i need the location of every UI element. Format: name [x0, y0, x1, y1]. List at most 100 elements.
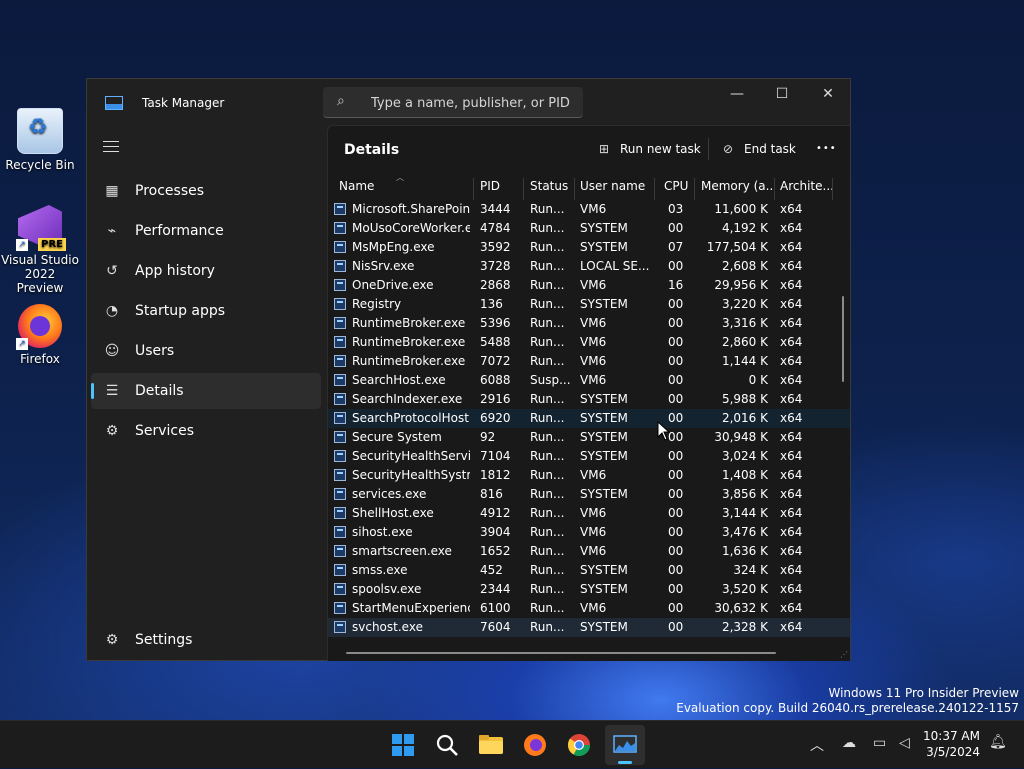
table-row[interactable]: RuntimeBroker.exe 7072 Run... VM6 00 1,144 K x… — [328, 352, 850, 371]
onedrive-icon[interactable]: ☁ — [842, 735, 856, 751]
table-row[interactable]: OneDrive.exe 2868 Run... VM6 16 29,956 K x64 — [328, 276, 850, 295]
desktop-icon-firefox[interactable]: ↗ Firefox — [0, 304, 80, 366]
hamburger-menu-icon[interactable] — [103, 141, 119, 156]
horizontal-scrollbar[interactable] — [346, 652, 776, 654]
cell-mem: 1,636 K — [721, 544, 768, 558]
cell-status: Run... — [530, 278, 565, 292]
process-icon — [334, 412, 346, 424]
desktop-icon-visual-studio[interactable]: PRE ↗ Visual Studio 2022 Preview — [0, 205, 80, 295]
table-row[interactable]: StartMenuExperienc... 6100 Run... VM6 00 30,6… — [328, 599, 850, 618]
table-row[interactable]: services.exe 816 Run... SYSTEM 00 3,856 K x64 — [328, 485, 850, 504]
cell-user: SYSTEM — [580, 430, 628, 444]
cell-arch: x64 — [780, 202, 803, 216]
cell-name: SearchProtocolHost.... — [352, 411, 470, 425]
cell-cpu: 00 — [668, 582, 684, 596]
sidebar-item-users[interactable]: ☺ Users — [91, 333, 321, 369]
title-bar[interactable]: Task Manager ⌕ — ☐ ✕ — [87, 79, 850, 125]
sidebar-item-performance[interactable]: ⌁ Performance — [91, 213, 321, 249]
cell-name: sihost.exe — [352, 525, 413, 539]
search-icon: ⌕ — [337, 93, 345, 109]
cell-user: SYSTEM — [580, 411, 628, 425]
volume-icon[interactable]: ◁ — [899, 735, 910, 751]
table-row[interactable]: ShellHost.exe 4912 Run... VM6 00 3,144 K x64 — [328, 504, 850, 523]
task-manager-window: Task Manager ⌕ — ☐ ✕ ▦ Processes ⌁ Perfo… — [86, 78, 851, 661]
cell-user: VM6 — [580, 601, 607, 615]
table-row[interactable]: sihost.exe 3904 Run... VM6 00 3,476 K x64 — [328, 523, 850, 542]
cell-status: Run... — [530, 620, 565, 634]
table-row[interactable]: Secure System 92 Run... SYSTEM 00 30,948 K x64 — [328, 428, 850, 447]
task-manager-taskbar-button[interactable] — [605, 725, 645, 765]
cell-mem: 1,144 K — [721, 354, 768, 368]
taskbar-search-button[interactable] — [431, 729, 463, 761]
column-header-user-name[interactable]: User name — [580, 178, 654, 198]
sidebar-item-label: Startup apps — [135, 303, 226, 319]
chevron-up-icon[interactable]: ︿ — [810, 735, 824, 755]
search-box[interactable]: ⌕ — [323, 87, 583, 118]
toolbar-divider — [708, 138, 709, 160]
maximize-button[interactable]: ☐ — [759, 79, 805, 109]
vertical-scrollbar[interactable] — [842, 296, 844, 382]
end-task-button[interactable]: ⊘ End task — [720, 136, 796, 162]
table-row[interactable]: smartscreen.exe 1652 Run... VM6 00 1,636 K x64 — [328, 542, 850, 561]
window-title: Task Manager — [142, 96, 225, 110]
cell-user: VM6 — [580, 373, 607, 387]
column-header-name[interactable]: Name — [339, 178, 469, 198]
close-button[interactable]: ✕ — [805, 79, 851, 109]
table-row[interactable]: SearchIndexer.exe 2916 Run... SYSTEM 00 5,988… — [328, 390, 850, 409]
process-icon — [334, 488, 346, 500]
table-row[interactable]: spoolsv.exe 2344 Run... SYSTEM 00 3,520 K x64 — [328, 580, 850, 599]
file-explorer-button[interactable] — [475, 729, 507, 761]
notification-bell-icon[interactable]: 🔔︎ — [989, 734, 1007, 750]
table-row[interactable]: SearchHost.exe 6088 Susp... VM6 00 0 K x64 — [328, 371, 850, 390]
sidebar-item-label: App history — [135, 263, 215, 279]
firefox-taskbar-button[interactable] — [519, 729, 551, 761]
table-row[interactable]: svchost.exe 7604 Run... SYSTEM 00 2,328 K x64 — [328, 618, 850, 637]
more-options-button[interactable]: ••• — [816, 136, 837, 162]
process-table: Microsoft.SharePoin... 3444 Run... VM6 03 11,… — [328, 200, 850, 644]
cell-cpu: 16 — [668, 278, 684, 292]
cell-cpu: 00 — [668, 601, 684, 615]
chrome-taskbar-button[interactable] — [563, 729, 595, 761]
resize-grip-icon[interactable]: ⋰ — [840, 651, 848, 659]
table-row[interactable]: SecurityHealthServic... 7104 Run... SYSTEM 0… — [328, 447, 850, 466]
run-new-task-icon: ⊞ — [598, 142, 610, 156]
column-header-status[interactable]: Status — [530, 178, 572, 198]
sidebar-item-processes[interactable]: ▦ Processes — [91, 173, 321, 209]
table-row[interactable]: MsMpEng.exe 3592 Run... SYSTEM 07 177,504 K x6… — [328, 238, 850, 257]
table-row[interactable]: SearchProtocolHost.... 6920 Run... SYSTEM 00… — [328, 409, 850, 428]
cell-mem: 3,220 K — [721, 297, 768, 311]
performance-icon: ⌁ — [107, 223, 117, 239]
sidebar-item-details[interactable]: ☰ Details — [91, 373, 321, 409]
table-row[interactable]: smss.exe 452 Run... SYSTEM 00 324 K x64 — [328, 561, 850, 580]
process-icon — [334, 260, 346, 272]
cell-mem: 2,016 K — [721, 411, 768, 425]
sidebar-item-app-history[interactable]: ↺ App history — [91, 253, 321, 289]
sidebar-item-services[interactable]: ⚙ Services — [91, 413, 321, 449]
column-header-cpu[interactable]: CPU — [664, 178, 694, 198]
cell-name: Microsoft.SharePoin... — [352, 202, 470, 216]
settings-gear-icon: ⚙ — [105, 632, 119, 648]
table-row[interactable]: Registry 136 Run... SYSTEM 00 3,220 K x64 — [328, 295, 850, 314]
start-button[interactable] — [387, 729, 419, 761]
table-row[interactable]: NisSrv.exe 3728 Run... LOCAL SE... 00 2,608 K… — [328, 257, 850, 276]
table-row[interactable]: RuntimeBroker.exe 5396 Run... VM6 00 3,316 K x… — [328, 314, 850, 333]
sidebar-item-settings[interactable]: ⚙ Settings — [91, 622, 321, 658]
table-row[interactable]: Microsoft.SharePoin... 3444 Run... VM6 03 11,… — [328, 200, 850, 219]
preview-badge: PRE — [38, 238, 66, 251]
sidebar-item-label: Settings — [135, 632, 193, 648]
search-input[interactable] — [369, 92, 573, 114]
table-row[interactable]: RuntimeBroker.exe 5488 Run... VM6 00 2,860 K x… — [328, 333, 850, 352]
column-header-memory[interactable]: Memory (a... — [701, 178, 773, 198]
desktop-icon-recycle-bin[interactable]: Recycle Bin — [0, 108, 80, 172]
column-header-architecture[interactable]: Archite... — [780, 178, 834, 198]
run-new-task-button[interactable]: ⊞ Run new task — [596, 136, 701, 162]
column-header-pid[interactable]: PID — [480, 178, 520, 198]
cell-status: Run... — [530, 449, 565, 463]
cell-cpu: 00 — [668, 506, 684, 520]
clock[interactable]: 10:37 AM 3/5/2024 — [923, 728, 980, 760]
sidebar-item-startup-apps[interactable]: ◔ Startup apps — [91, 293, 321, 329]
network-icon[interactable]: ▭ — [873, 735, 886, 751]
table-row[interactable]: MoUsoCoreWorker.e... 4784 Run... SYSTEM 00 4,… — [328, 219, 850, 238]
minimize-button[interactable]: — — [714, 79, 760, 109]
table-row[interactable]: SecurityHealthSystra... 1812 Run... VM6 00 1,… — [328, 466, 850, 485]
